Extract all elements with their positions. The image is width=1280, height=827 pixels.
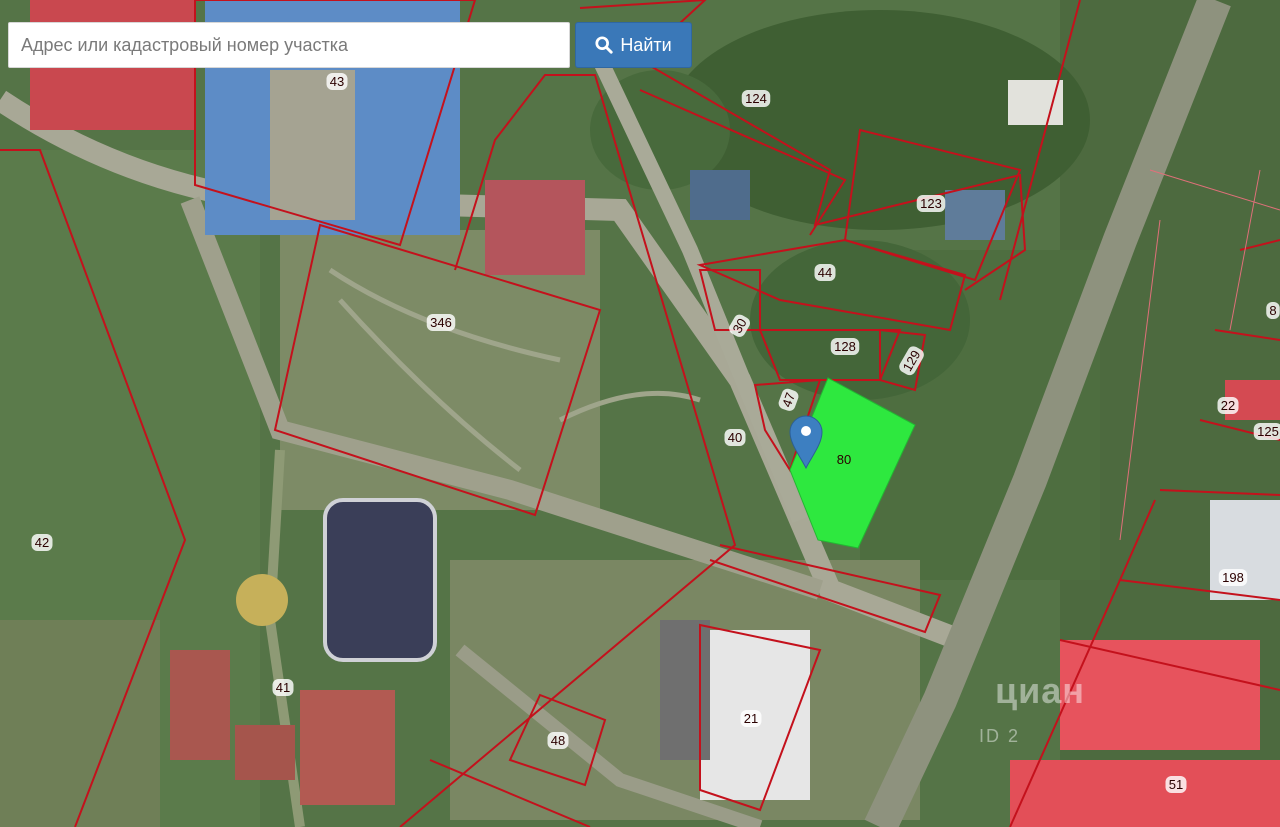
tree-cluster: [750, 240, 970, 400]
parcel-number-label: 21: [740, 710, 762, 727]
parcel-number: 123: [920, 196, 942, 211]
watermark-id: ID 2: [979, 726, 1021, 746]
parcel-number: 80: [837, 452, 851, 467]
parcel-number: 42: [35, 535, 49, 550]
search-button[interactable]: Найти: [575, 22, 692, 68]
parcel-number-label: 198: [1218, 569, 1248, 586]
parcel-number-label: 44: [814, 264, 836, 281]
parcel-number-label: 123: [916, 195, 946, 212]
parcel-number-label: 346: [426, 314, 456, 331]
ice-rink: [323, 498, 437, 662]
parcel-number: 124: [745, 91, 767, 106]
parcel-number-label: 42: [31, 534, 53, 551]
parcel-number-label: 22: [1217, 397, 1239, 414]
parcel-number-label: 125: [1253, 423, 1280, 440]
parcel-number: 21: [744, 711, 758, 726]
search-input[interactable]: [9, 23, 569, 67]
parcel-number-label: 51: [1165, 776, 1187, 793]
sports-court: [235, 725, 295, 780]
building-blue-roof: [945, 190, 1005, 240]
parcel-number: 41: [276, 680, 290, 695]
building-red-roof: [485, 180, 585, 275]
parcel-number-label: 124: [741, 90, 771, 107]
parcel-number: 22: [1221, 398, 1235, 413]
sand-circle: [236, 574, 288, 626]
building-white-roof: [1210, 500, 1280, 600]
parcel-number-label: 43: [326, 73, 348, 90]
ground-area: [0, 620, 160, 827]
parcel-number: 51: [1169, 777, 1183, 792]
building-courtyard: [270, 70, 355, 220]
building-white-roof: [1008, 80, 1063, 125]
parcel-number: 48: [551, 733, 565, 748]
watermark-logo: циан: [995, 670, 1086, 711]
building-blue-roof: [690, 170, 750, 220]
sports-court: [300, 690, 395, 805]
parcel-number-label: 80: [837, 452, 851, 467]
parcel-number-label: 8: [1266, 302, 1280, 319]
parcel-number: 128: [834, 339, 856, 354]
parcel-number: 44: [818, 265, 832, 280]
parcel-number: 8: [1269, 303, 1276, 318]
building-red-roof: [1010, 760, 1280, 827]
parcel-number-label: 40: [724, 429, 746, 446]
building-dark-roof: [660, 620, 710, 760]
parcel-number: 43: [330, 74, 344, 89]
sports-court: [170, 650, 230, 760]
parcel-number: 198: [1222, 570, 1244, 585]
watermark: циан ID 2: [975, 650, 1155, 760]
address-search-bar: [8, 22, 570, 68]
parcel-number-label: 48: [547, 732, 569, 749]
search-icon: [595, 36, 613, 54]
parcel-number-label: 128: [830, 338, 860, 355]
parcel-number: 40: [728, 430, 742, 445]
parcel-number-label: 41: [272, 679, 294, 696]
parcel-number: 125: [1257, 424, 1279, 439]
parcel-number: 346: [430, 315, 452, 330]
search-button-label: Найти: [620, 34, 672, 55]
